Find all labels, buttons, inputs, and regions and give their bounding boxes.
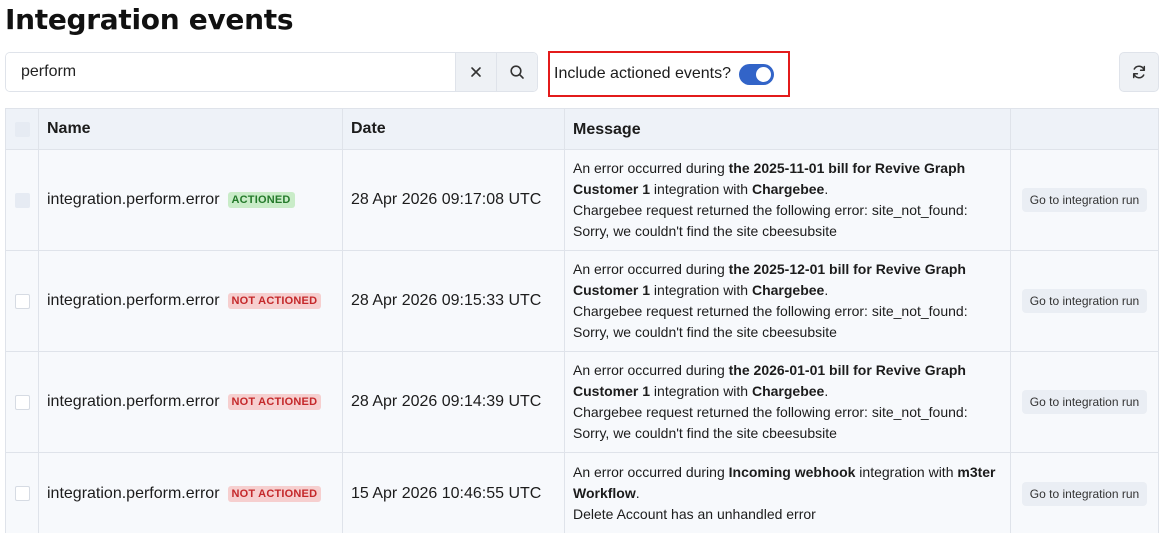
status-badge: ACTIONED [227, 192, 295, 208]
row-checkbox[interactable] [14, 486, 30, 501]
go-to-integration-run-button[interactable]: Go to integration run [1021, 481, 1148, 506]
go-to-integration-run-button[interactable]: Go to integration run [1021, 289, 1148, 313]
status-badge: NOT ACTIONED [227, 394, 322, 410]
table-header-row: Name Date Message [6, 109, 1158, 150]
table-row: integration.perform.error NOT ACTIONED 1… [6, 453, 1158, 533]
row-select-cell [6, 352, 39, 452]
status-badge: NOT ACTIONED [227, 485, 322, 502]
event-name-cell: integration.perform.error NOT ACTIONED [39, 453, 343, 533]
event-name: integration.perform.error [47, 484, 220, 502]
event-name: integration.perform.error [47, 393, 220, 410]
go-to-integration-run-button[interactable]: Go to integration run [1021, 390, 1148, 414]
event-action-cell: Go to integration run [1011, 251, 1158, 351]
row-select-cell [6, 251, 39, 351]
event-action-cell: Go to integration run [1011, 150, 1158, 250]
event-date: 28 Apr 2026 09:15:33 UTC [343, 251, 565, 351]
row-select-cell [6, 150, 39, 250]
event-date: 15 Apr 2026 10:46:55 UTC [343, 453, 565, 533]
switch-knob [756, 66, 772, 82]
event-name: integration.perform.error [47, 191, 220, 208]
column-header-date[interactable]: Date [343, 109, 565, 149]
column-header-message[interactable]: Message [565, 109, 1011, 149]
event-message-cell: An error occurred during Incoming webhoo… [565, 453, 1011, 533]
row-checkbox[interactable] [14, 192, 30, 208]
event-message-cell: An error occurred during the 2025-11-01 … [565, 150, 1011, 250]
row-checkbox[interactable] [14, 394, 30, 410]
refresh-button[interactable] [1119, 52, 1159, 92]
event-action-cell: Go to integration run [1011, 453, 1158, 533]
clear-search-button[interactable] [455, 53, 496, 91]
event-name-cell: integration.perform.error ACTIONED [39, 150, 343, 250]
event-message: An error occurred during the 2026-01-01 … [573, 362, 968, 441]
include-actioned-toggle-group: Include actioned events? [548, 51, 790, 97]
event-name: integration.perform.error [47, 292, 220, 309]
event-date: 28 Apr 2026 09:17:08 UTC [343, 150, 565, 250]
event-name-cell: integration.perform.error NOT ACTIONED [39, 251, 343, 351]
events-table: Name Date Message integration.perform.er… [5, 108, 1159, 533]
page-title: Integration events [5, 3, 294, 36]
event-message: An error occurred during the 2025-12-01 … [573, 261, 968, 340]
include-actioned-switch[interactable] [739, 63, 775, 85]
table-row: integration.perform.error NOT ACTIONED 2… [6, 352, 1158, 453]
search-input[interactable] [6, 53, 455, 91]
event-message: An error occurred during Incoming webhoo… [573, 464, 996, 522]
search-button[interactable] [496, 53, 537, 91]
status-badge: NOT ACTIONED [227, 293, 322, 309]
column-header-name[interactable]: Name [39, 109, 343, 149]
table-row: integration.perform.error ACTIONED 28 Ap… [6, 150, 1158, 251]
include-actioned-label: Include actioned events? [554, 65, 732, 82]
event-action-cell: Go to integration run [1011, 352, 1158, 452]
search-box [5, 52, 538, 92]
event-message: An error occurred during the 2025-11-01 … [573, 160, 968, 239]
select-all-checkbox[interactable] [14, 121, 30, 137]
table-row: integration.perform.error NOT ACTIONED 2… [6, 251, 1158, 352]
search-icon [509, 64, 525, 80]
row-select-cell [6, 453, 39, 533]
header-select-cell [6, 109, 39, 149]
event-message-cell: An error occurred during the 2026-01-01 … [565, 352, 1011, 452]
go-to-integration-run-button[interactable]: Go to integration run [1021, 188, 1148, 212]
row-checkbox[interactable] [14, 293, 30, 309]
event-message-cell: An error occurred during the 2025-12-01 … [565, 251, 1011, 351]
event-name-cell: integration.perform.error NOT ACTIONED [39, 352, 343, 452]
refresh-icon [1131, 64, 1147, 80]
event-date: 28 Apr 2026 09:14:39 UTC [343, 352, 565, 452]
close-icon [469, 65, 483, 79]
column-header-actions [1011, 109, 1158, 149]
